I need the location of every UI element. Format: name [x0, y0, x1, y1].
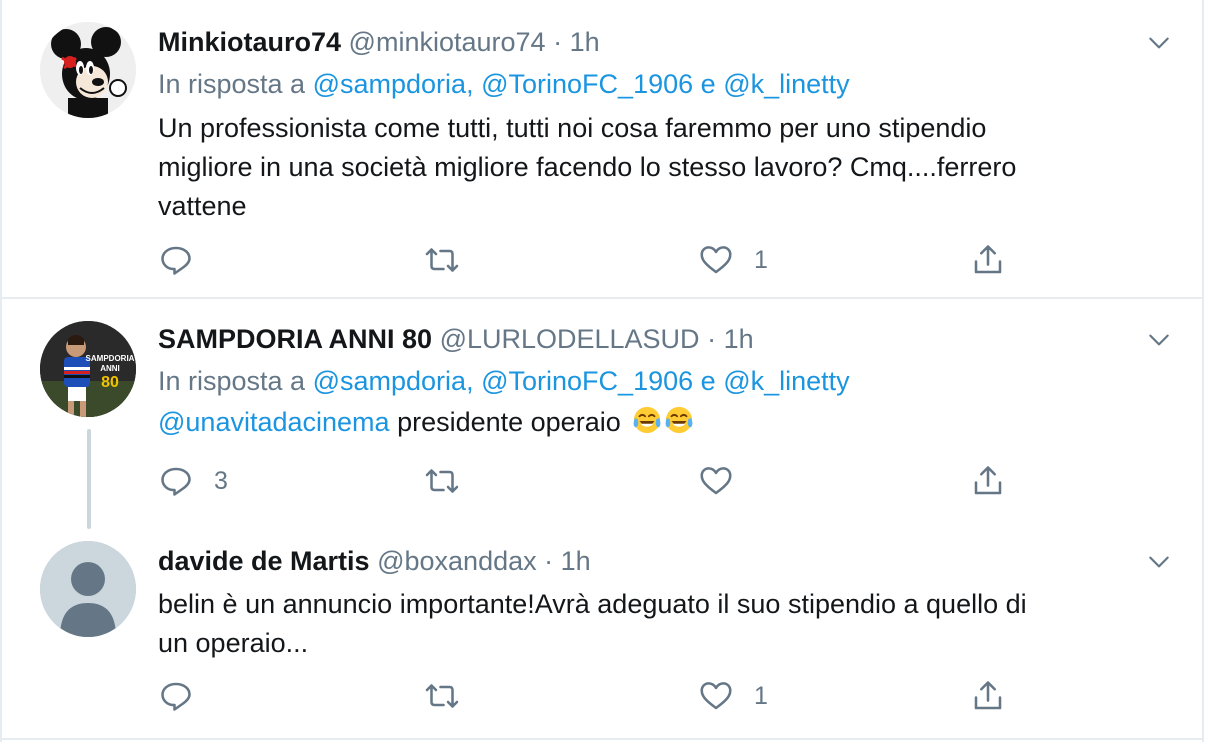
heart-icon — [700, 246, 732, 274]
timestamp[interactable]: 1h — [561, 546, 591, 576]
tweet-text-line: belin è un annuncio importante!Avrà adeg… — [158, 589, 1027, 619]
conjunction: e — [700, 366, 716, 396]
avatar-caption: SAMPDORIA — [86, 354, 135, 363]
retweet-icon — [425, 248, 459, 272]
share-button[interactable] — [970, 676, 1006, 716]
mention-link[interactable]: @unavitadacinema — [158, 407, 390, 437]
separator-dot: · — [707, 324, 717, 354]
heart-icon — [700, 682, 732, 710]
tweet-divider — [2, 738, 1202, 740]
reply-button[interactable]: 3 — [158, 461, 228, 501]
user-handle[interactable]: @LURLODELLASUD — [440, 324, 700, 354]
tweet-text-line: migliore in una società migliore facendo… — [158, 152, 1017, 182]
tweet-text-line: Un professionista come tutti, tutti noi … — [158, 113, 987, 143]
mention-link[interactable]: @TorinoFC_1906 — [481, 366, 693, 396]
mention-link[interactable]: @TorinoFC_1906 — [481, 69, 693, 99]
tweet-text: @unavitadacinema presidente operaio — [158, 403, 1158, 442]
default-profile-avatar-icon — [40, 541, 136, 637]
chevron-down-icon[interactable] — [1146, 327, 1172, 353]
user-handle[interactable]: @boxanddax — [377, 546, 537, 576]
share-icon — [974, 466, 1002, 495]
tweet-text: Un professionista come tutti, tutti noi … — [158, 109, 1158, 226]
display-name[interactable]: Minkiotauro74 — [158, 27, 341, 57]
tweet-actions: 1 — [158, 240, 1038, 280]
reply-icon — [161, 246, 191, 275]
retweet-button[interactable] — [424, 461, 480, 501]
mention-link[interactable]: @k_linetty — [723, 69, 849, 99]
like-button[interactable] — [698, 461, 754, 501]
tweet-text-content: presidente operaio — [397, 407, 621, 437]
share-icon — [974, 245, 1002, 274]
tweet-header: Minkiotauro74 @minkiotauro74 · 1h — [158, 24, 600, 60]
avatar[interactable] — [40, 541, 136, 637]
mention-link[interactable]: @sampdoria — [313, 366, 466, 396]
avatar[interactable] — [40, 22, 136, 118]
reply-button[interactable] — [158, 240, 214, 280]
tweet-text-line: un operaio... — [158, 628, 309, 658]
display-name[interactable]: SAMPDORIA ANNI 80 — [158, 324, 432, 354]
avatar-caption: ANNI — [100, 364, 120, 373]
separator-dot: · — [553, 27, 563, 57]
tweet-actions: 1 — [158, 676, 1038, 716]
mention-link[interactable]: @sampdoria — [313, 69, 466, 99]
separator-comma: , — [466, 366, 474, 396]
display-name[interactable]: davide de Martis — [158, 546, 370, 576]
tweet-text: belin è un annuncio importante!Avrà adeg… — [158, 585, 1158, 663]
mention-link[interactable]: @k_linetty — [723, 366, 849, 396]
tweet[interactable]: SAMPDORIA ANNI 80 SAMPDORIA ANNI 80 @LUR… — [2, 299, 1202, 529]
replying-to-label: In risposta a — [158, 366, 306, 396]
tweet[interactable]: Minkiotauro74 @minkiotauro74 · 1h In ris… — [2, 0, 1202, 297]
heart-icon — [700, 467, 732, 495]
chevron-down-icon[interactable] — [1146, 30, 1172, 56]
tears-of-joy-emoji-icon — [665, 406, 693, 434]
mickey-mouse-avatar-icon — [40, 22, 136, 118]
timestamp[interactable]: 1h — [724, 324, 754, 354]
tweet-feed: Minkiotauro74 @minkiotauro74 · 1h In ris… — [0, 0, 1204, 742]
like-button[interactable]: 1 — [698, 676, 768, 716]
separator-comma: , — [466, 69, 474, 99]
tweet-header: SAMPDORIA ANNI 80 @LURLODELLASUD · 1h — [158, 321, 754, 357]
share-button[interactable] — [970, 240, 1006, 280]
chevron-down-icon[interactable] — [1146, 549, 1172, 575]
share-icon — [974, 681, 1002, 710]
tears-of-joy-emoji-icon — [633, 406, 661, 434]
like-button[interactable]: 1 — [698, 240, 768, 280]
reply-count: 3 — [214, 466, 228, 495]
replying-to: In risposta a @sampdoria, @TorinoFC_1906… — [158, 66, 850, 102]
like-count: 1 — [754, 245, 768, 274]
tweet-text-line: vattene — [158, 191, 247, 221]
replying-to-label: In risposta a — [158, 69, 306, 99]
tweet-header: davide de Martis @boxanddax · 1h — [158, 543, 591, 579]
like-count: 1 — [754, 681, 768, 710]
reply-icon — [161, 467, 191, 496]
separator-dot: · — [544, 546, 554, 576]
user-handle[interactable]: @minkiotauro74 — [349, 27, 546, 57]
sampdoria-player-avatar-icon: SAMPDORIA ANNI 80 — [40, 321, 136, 417]
timestamp[interactable]: 1h — [570, 27, 600, 57]
reply-icon — [161, 682, 191, 711]
conjunction: e — [700, 69, 716, 99]
retweet-icon — [425, 469, 459, 493]
avatar-caption: 80 — [101, 374, 119, 391]
retweet-button[interactable] — [424, 240, 480, 280]
retweet-button[interactable] — [424, 676, 480, 716]
retweet-icon — [425, 684, 459, 708]
replying-to: In risposta a @sampdoria, @TorinoFC_1906… — [158, 363, 850, 399]
reply-button[interactable] — [158, 676, 214, 716]
thread-line — [87, 429, 91, 529]
share-button[interactable] — [970, 461, 1006, 501]
tweet-actions: 3 — [158, 461, 1038, 501]
avatar[interactable]: SAMPDORIA ANNI 80 — [40, 321, 136, 417]
tweet[interactable]: davide de Martis @boxanddax · 1h belin è… — [2, 521, 1202, 740]
